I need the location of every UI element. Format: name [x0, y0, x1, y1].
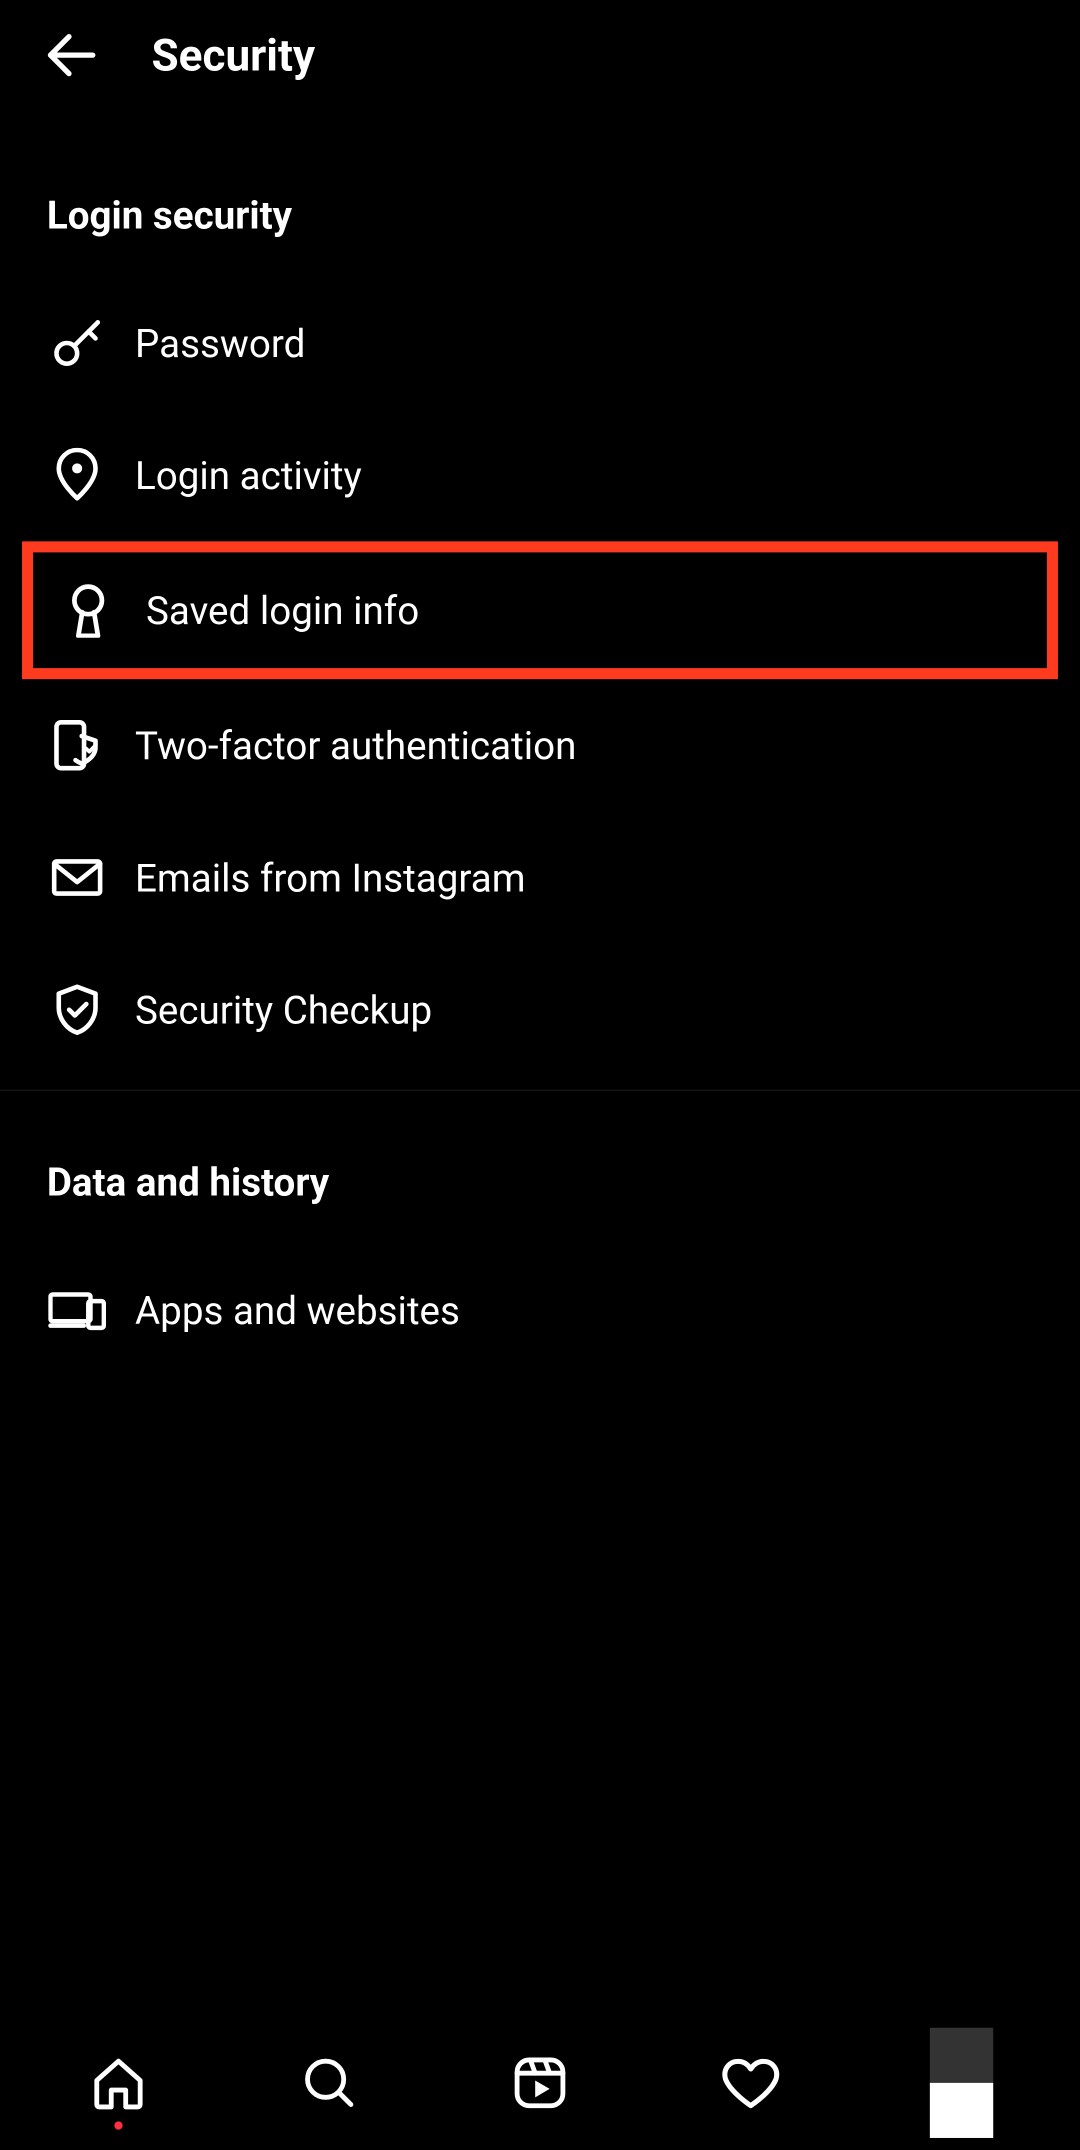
item-password[interactable]: Password — [0, 277, 1080, 409]
pin-icon — [47, 445, 108, 506]
item-saved-login-info[interactable]: Saved login info — [22, 541, 1058, 679]
item-label: Login activity — [135, 453, 362, 498]
nav-reels[interactable] — [471, 2017, 609, 2149]
device-shield-icon — [47, 715, 108, 776]
mail-icon — [47, 847, 108, 908]
reels-icon — [511, 2054, 569, 2112]
item-label: Password — [135, 320, 305, 365]
item-two-factor-auth[interactable]: Two-factor authentication — [0, 679, 1080, 811]
arrow-left-icon — [40, 23, 103, 86]
search-icon — [301, 2054, 359, 2112]
nav-search[interactable] — [261, 2017, 399, 2149]
item-apps-and-websites[interactable]: Apps and websites — [0, 1244, 1080, 1376]
devices-icon — [47, 1280, 108, 1341]
item-emails-from-instagram[interactable]: Emails from Instagram — [0, 811, 1080, 943]
page-title: Security — [152, 29, 316, 81]
back-button[interactable] — [33, 17, 110, 94]
header: Security — [0, 0, 1080, 110]
home-icon — [90, 2054, 148, 2112]
item-login-activity[interactable]: Login activity — [0, 409, 1080, 541]
section-title-login-security: Login security — [0, 193, 1080, 277]
heart-icon — [720, 2053, 781, 2114]
nav-home[interactable] — [50, 2017, 188, 2149]
item-security-checkup[interactable]: Security Checkup — [0, 944, 1080, 1076]
bottom-nav — [0, 2017, 1080, 2149]
section-divider — [0, 1090, 1080, 1091]
profile-thumbnail — [929, 2028, 992, 2138]
item-label: Saved login info — [146, 588, 419, 633]
nav-activity[interactable] — [682, 2017, 820, 2149]
item-label: Two-factor authentication — [135, 723, 576, 768]
home-notification-dot — [115, 2121, 123, 2129]
key-icon — [47, 313, 108, 374]
item-label: Security Checkup — [135, 987, 432, 1032]
keyhole-icon — [58, 580, 119, 641]
content: Login security Password Login activity — [0, 110, 1080, 1376]
nav-profile[interactable] — [892, 2017, 1030, 2149]
item-label: Apps and websites — [135, 1287, 460, 1332]
section-title-data-history: Data and history — [0, 1160, 1080, 1244]
shield-check-icon — [47, 979, 108, 1040]
item-label: Emails from Instagram — [135, 855, 526, 900]
